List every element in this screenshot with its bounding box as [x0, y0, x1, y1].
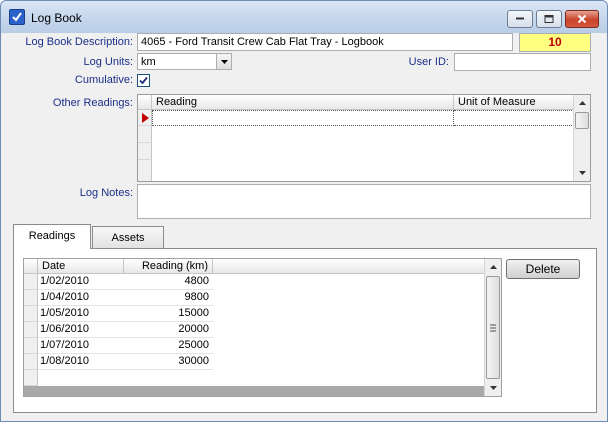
user-id-label: User ID:: [408, 56, 449, 68]
other-readings-label: Other Readings:: [52, 97, 133, 109]
new-reading-cell[interactable]: [152, 110, 454, 126]
cumulative-label: Cumulative:: [74, 74, 133, 86]
log-notes-field[interactable]: [137, 184, 591, 219]
readings-tab-panel: Date Reading (km) 1/02/2010 4800 1/04/2010…: [13, 248, 597, 413]
description-label: Log Book Description:: [25, 36, 133, 48]
reading-cell[interactable]: 20000: [124, 322, 213, 338]
row-selector[interactable]: [24, 354, 38, 370]
units-label: Log Units:: [83, 56, 133, 68]
date-cell[interactable]: 1/08/2010: [38, 354, 124, 370]
new-unit-cell[interactable]: [454, 110, 574, 126]
cumulative-checkbox[interactable]: [137, 74, 150, 87]
checkbox-app-icon: [9, 9, 25, 25]
arrow-down-icon: [579, 171, 586, 175]
reading-km-column-header[interactable]: Reading (km): [124, 259, 213, 274]
maximize-icon: [544, 15, 554, 23]
grid-footer-bar: [24, 386, 486, 396]
date-cell[interactable]: 1/07/2010: [38, 338, 124, 354]
row-selector[interactable]: [138, 126, 152, 143]
row-selector[interactable]: [24, 274, 38, 290]
row-selector[interactable]: [24, 370, 38, 386]
current-row-indicator[interactable]: [138, 110, 152, 126]
scroll-up-button[interactable]: [574, 95, 590, 111]
log-book-window: Log Book Log Book Description: 4065 - Fo…: [0, 0, 608, 422]
units-dropdown-button[interactable]: [216, 54, 231, 69]
grip-icon: [490, 324, 496, 332]
scroll-down-button[interactable]: [485, 380, 501, 396]
reading-cell[interactable]: 9800: [124, 290, 213, 306]
other-readings-scrollbar[interactable]: [573, 95, 590, 181]
log-notes-label: Log Notes:: [79, 187, 133, 199]
other-readings-grid[interactable]: Reading Unit of Measure: [137, 94, 591, 182]
tab-readings[interactable]: Readings: [13, 224, 91, 249]
date-cell[interactable]: 1/05/2010: [38, 306, 124, 322]
header-filler: [213, 259, 486, 274]
arrow-up-icon: [579, 101, 586, 105]
unit-of-measure-column-header[interactable]: Unit of Measure: [454, 95, 574, 110]
scroll-down-button[interactable]: [574, 165, 590, 181]
date-cell[interactable]: 1/04/2010: [38, 290, 124, 306]
check-icon: [139, 76, 148, 85]
reading-cell[interactable]: 15000: [124, 306, 213, 322]
reading-cell[interactable]: 4800: [124, 274, 213, 290]
row-selector[interactable]: [138, 143, 152, 160]
minimize-icon: [516, 17, 524, 20]
row-selector[interactable]: [24, 290, 38, 306]
maximize-button[interactable]: [536, 10, 562, 28]
user-id-field[interactable]: [454, 53, 591, 71]
scroll-thumb[interactable]: [486, 276, 500, 379]
arrow-up-icon: [490, 265, 497, 269]
date-cell[interactable]: 1/06/2010: [38, 322, 124, 338]
record-count-badge: 10: [519, 33, 591, 52]
tab-assets[interactable]: Assets: [92, 226, 164, 248]
chevron-down-icon: [221, 60, 228, 64]
reading-column-header[interactable]: Reading: [152, 95, 454, 110]
row-selector[interactable]: [24, 322, 38, 338]
window-title: Log Book: [31, 11, 82, 25]
title-bar[interactable]: Log Book: [1, 1, 607, 33]
triangle-right-icon: [142, 113, 149, 123]
delete-button[interactable]: Delete: [506, 259, 580, 279]
reading-cell[interactable]: 25000: [124, 338, 213, 354]
reading-cell[interactable]: 30000: [124, 354, 213, 370]
scroll-thumb[interactable]: [575, 112, 589, 129]
row-selector[interactable]: [24, 306, 38, 322]
row-selector-header: [138, 95, 152, 110]
readings-grid[interactable]: Date Reading (km) 1/02/2010 4800 1/04/2010…: [23, 258, 502, 397]
row-selector[interactable]: [24, 338, 38, 354]
units-combobox[interactable]: km: [137, 53, 232, 70]
scroll-up-button[interactable]: [485, 259, 501, 275]
description-field[interactable]: 4065 - Ford Transit Crew Cab Flat Tray -…: [137, 33, 513, 51]
row-selector-header: [24, 259, 38, 274]
arrow-down-icon: [490, 386, 497, 390]
date-column-header[interactable]: Date: [38, 259, 124, 274]
readings-scrollbar[interactable]: [484, 259, 501, 396]
close-icon: [577, 14, 587, 24]
minimize-button[interactable]: [507, 10, 533, 28]
row-selector[interactable]: [138, 160, 152, 181]
units-value: km: [141, 56, 156, 68]
close-button[interactable]: [565, 10, 599, 28]
date-cell[interactable]: 1/02/2010: [38, 274, 124, 290]
